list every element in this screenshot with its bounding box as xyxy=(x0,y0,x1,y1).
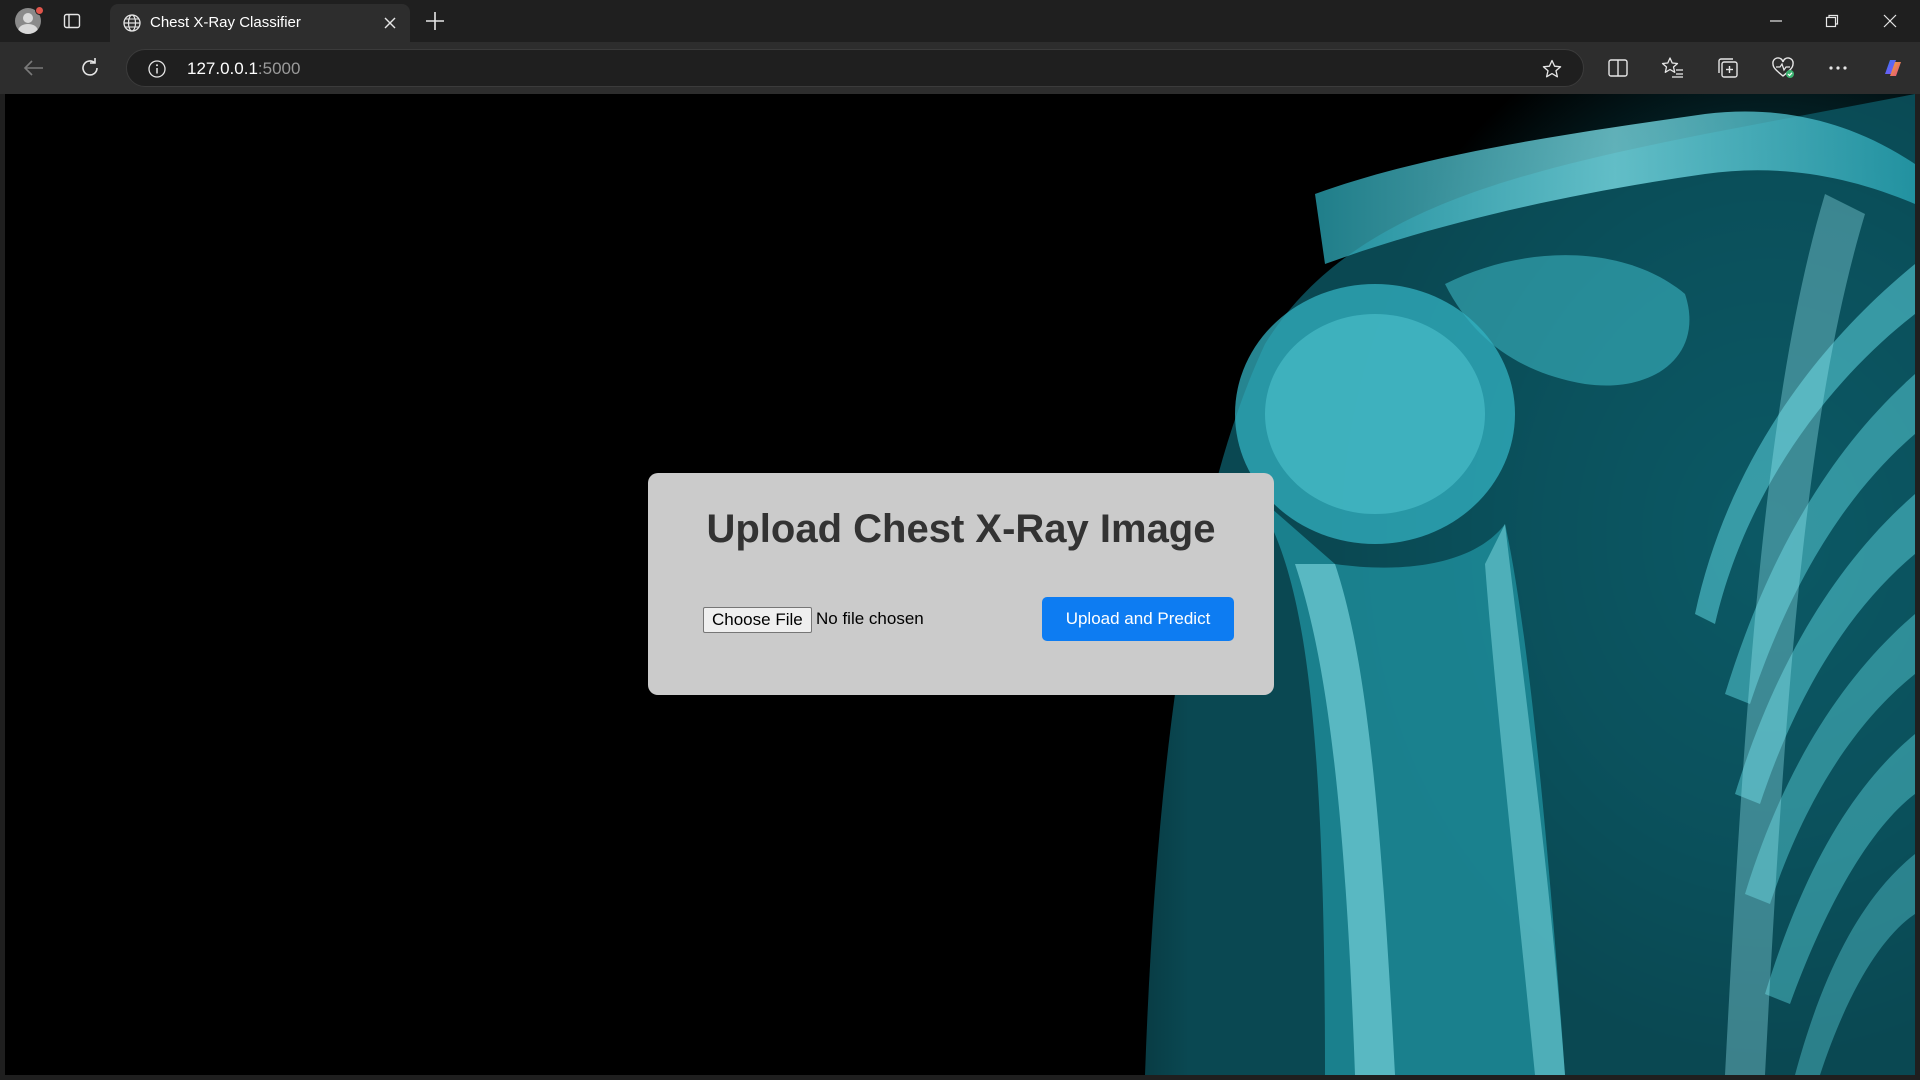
copilot-icon[interactable] xyxy=(1879,54,1907,82)
page-heading: Upload Chest X-Ray Image xyxy=(706,507,1216,551)
tab-title: Chest X-Ray Classifier xyxy=(150,14,301,31)
tab-close-icon[interactable] xyxy=(380,13,400,33)
choose-file-button[interactable]: Choose File xyxy=(703,607,812,633)
site-info-icon[interactable] xyxy=(147,59,167,79)
refresh-icon[interactable] xyxy=(76,54,104,82)
address-bar[interactable]: 127.0.0.1:5000 xyxy=(126,49,1584,87)
url-port: :5000 xyxy=(257,59,301,78)
url-host: 127.0.0.1 xyxy=(187,59,258,78)
browser-toolbar: 127.0.0.1:5000 xyxy=(0,42,1920,94)
title-bar: Chest X-Ray Classifier xyxy=(0,0,1920,42)
restore-icon[interactable] xyxy=(1804,0,1860,42)
file-status-text: No file chosen xyxy=(816,609,924,628)
page-viewport: Upload Chest X-Ray Image Choose File No … xyxy=(5,94,1915,1075)
upload-and-predict-button[interactable]: Upload and Predict xyxy=(1042,597,1234,641)
split-screen-icon[interactable] xyxy=(1604,54,1632,82)
globe-icon xyxy=(122,13,142,33)
back-arrow-icon[interactable] xyxy=(20,54,48,82)
favorite-star-icon[interactable] xyxy=(1541,58,1563,80)
favorites-icon[interactable] xyxy=(1659,54,1687,82)
minimize-icon[interactable] xyxy=(1748,0,1804,42)
collections-icon[interactable] xyxy=(1714,54,1742,82)
new-tab-plus-icon[interactable] xyxy=(424,10,446,32)
profile-avatar-icon[interactable] xyxy=(12,6,44,36)
browser-tab[interactable]: Chest X-Ray Classifier xyxy=(110,4,410,42)
window-close-icon[interactable] xyxy=(1862,0,1918,42)
browser-essentials-icon[interactable] xyxy=(1769,54,1797,82)
tab-actions-icon[interactable] xyxy=(62,11,82,31)
upload-card: Upload Chest X-Ray Image Choose File No … xyxy=(648,473,1274,695)
url-text[interactable]: 127.0.0.1:5000 xyxy=(187,59,300,79)
more-options-icon[interactable] xyxy=(1824,54,1852,82)
window-bottom-edge xyxy=(0,1075,1920,1080)
